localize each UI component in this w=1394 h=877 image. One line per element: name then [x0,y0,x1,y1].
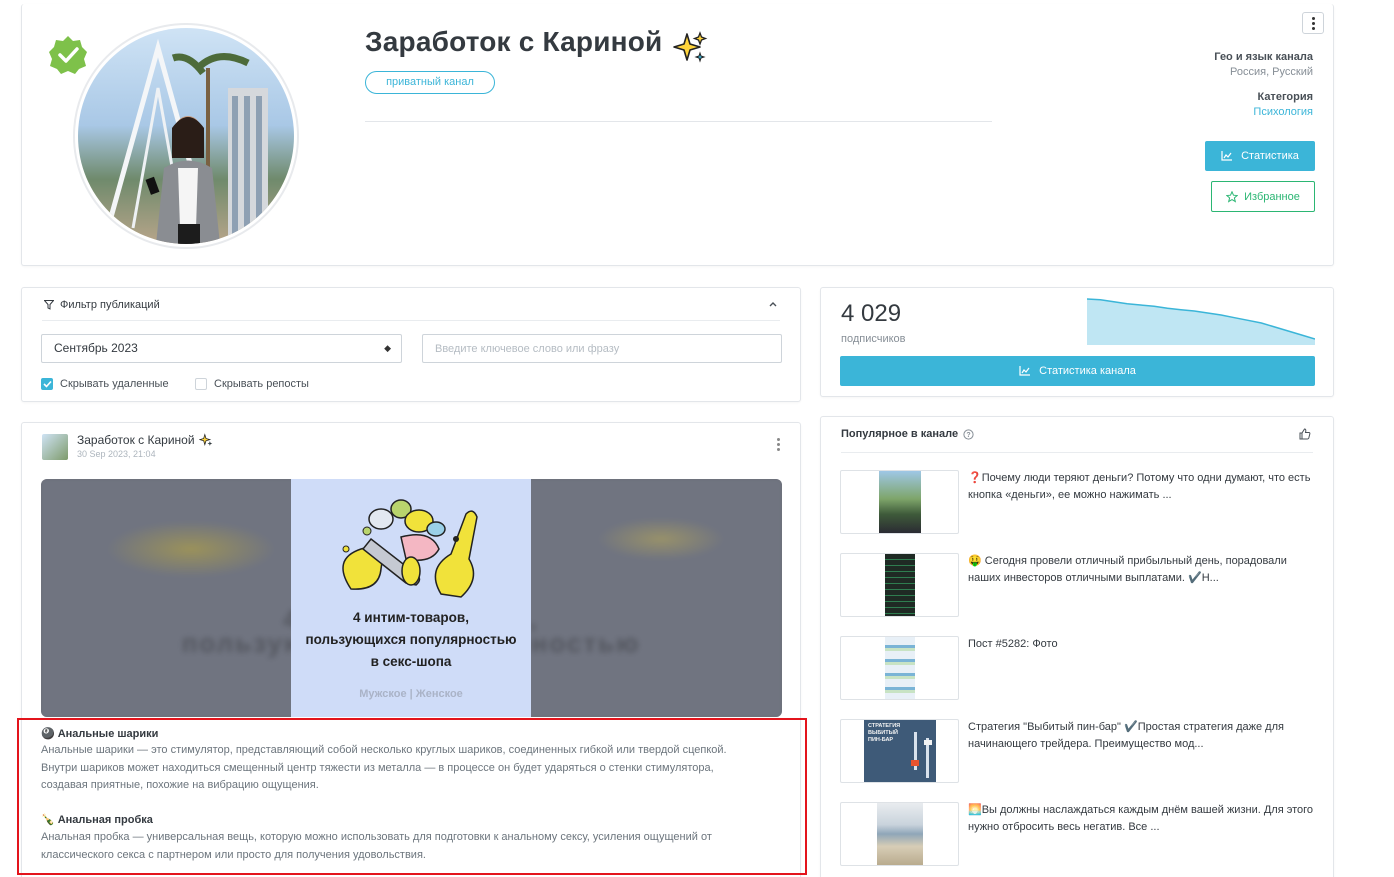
filter-header[interactable]: Фильтр публикаций [44,299,160,311]
section-title-plug-text: Анальная пробка [57,813,153,826]
geo-language-label: Гео и язык канала [1214,51,1313,63]
avatar-photo [105,38,268,244]
statistics-button-label: Статистика [1241,150,1299,162]
statistics-button[interactable]: Статистика [1205,141,1315,171]
post-card: Заработок с Кариной 30 Sep 2023, 21:04 4… [17,422,807,877]
section-text-balls: Анальные шарики — это стимулятор, предст… [41,744,727,791]
subscribers-count: 4 029 [841,300,902,327]
popular-header: Популярное в канале ? [841,428,974,440]
popular-item-text: 🌅Вы должны наслаждаться каждым днём ваше… [968,804,1314,833]
popular-item[interactable]: 🤑 Сегодня провели отличный прибыльный де… [840,553,1315,617]
title-divider [365,121,992,122]
dot-icon [1311,16,1315,20]
image-watermark: Мужское | Женское [359,688,463,700]
popular-item[interactable]: ❓Почему люди теряют деньги? Потому что о… [840,470,1315,534]
post-image[interactable]: 4 интим-товаров, пользующихся популярнос… [41,479,782,717]
star-icon [1226,190,1239,203]
hide-reposts-label: Скрывать репосты [214,378,309,390]
chevron-up-icon[interactable] [768,300,778,308]
subscribers-sparkline [1087,298,1315,345]
favorite-button-label: Избранное [1244,190,1300,203]
popular-item[interactable]: СТРАТЕГИЯ ВЫБИТЫЙ ПИН-БАР Стратегия "Выб… [840,719,1315,783]
channel-menu-button[interactable] [1302,12,1324,34]
popular-posts-card: Популярное в канале ? ❓Почему люди теряю… [820,416,1334,877]
popular-item-text: Пост #5282: Фото [968,638,1058,650]
channel-statistics-button[interactable]: Статистика канала [840,356,1315,386]
popular-item[interactable]: Пост #5282: Фото [840,636,1315,700]
toys-illustration [342,499,478,598]
month-select[interactable]: Сентябрь 2023 ◆ [41,334,402,363]
hide-reposts-checkbox[interactable]: Скрывать репосты [195,378,309,390]
filter-title: Фильтр публикаций [60,299,160,311]
popular-item-text: 🤑 Сегодня провели отличный прибыльный де… [968,555,1287,584]
category-label: Категория [1257,91,1313,103]
channel-title: Заработок с Кариной [365,26,663,57]
post-author[interactable]: Заработок с Кариной [77,433,213,447]
dot-icon [1311,21,1315,25]
popular-item-thumbnail [840,802,959,866]
section-text-plug: Анальная пробка — универсальная вещь, ко… [41,831,712,861]
popular-item-thumbnail [840,636,959,700]
info-icon[interactable]: ? [963,428,974,440]
post-menu-button[interactable] [777,438,780,451]
bottle-icon: 🍾 [41,814,55,826]
popular-title: Популярное в канале [841,428,959,440]
favorite-button[interactable]: Избранное [1211,181,1315,212]
popular-item[interactable]: 🌅Вы должны наслаждаться каждым днём ваше… [840,802,1315,866]
month-select-value: Сентябрь 2023 [54,341,138,355]
subscribers-label: подписчиков [841,333,906,345]
post-image-caption: 4 интим-товаров, пользующихся популярнос… [305,610,517,669]
popular-item-text: ❓Почему люди теряют деньги? Потому что о… [968,472,1311,501]
post-author-name: Заработок с Кариной [77,433,195,447]
hide-deleted-checkbox[interactable]: Скрывать удаленные [41,378,169,390]
popular-divider [841,452,1313,453]
sparkles-icon [673,31,708,63]
sparkles-icon [198,433,212,447]
post-date: 30 Sep 2023, 21:04 [77,449,156,459]
geo-language-value: Россия, Русский [1230,66,1313,78]
select-caret-icon: ◆ [384,343,391,353]
popular-item-thumbnail: СТРАТЕГИЯ ВЫБИТЫЙ ПИН-БАР [840,719,959,783]
dot-icon [777,438,780,441]
popular-item-text: Стратегия "Выбитый пин-бар" ✔️Простая ст… [968,721,1284,750]
keyword-search-input[interactable] [422,334,782,363]
section-title-balls-text: Анальные шарики [57,727,159,740]
publication-filter-card: Фильтр публикаций Сентябрь 2023 ◆ Скрыва… [21,287,801,402]
line-chart-icon [1221,151,1233,161]
line-chart-icon [1019,366,1031,376]
channel-avatar [73,23,299,249]
verified-badge-icon [49,36,87,74]
dot-icon [777,448,780,451]
category-link[interactable]: Психология [1253,106,1313,118]
hide-deleted-label: Скрывать удаленные [60,378,169,390]
post-author-avatar[interactable] [42,434,68,460]
popular-item-thumbnail [840,553,959,617]
filter-divider [42,320,780,321]
popular-item-thumbnail [840,470,959,534]
sparkline-area [1087,299,1315,345]
pool-ball-icon: 🎱 [41,728,55,740]
svg-text:?: ? [966,432,970,439]
section-title-balls: 🎱 Анальные шарики [41,727,159,741]
filter-icon [44,300,54,310]
dot-icon [777,443,780,446]
dot-icon [1311,26,1315,30]
section-title-plug: 🍾 Анальная пробка [41,813,153,827]
subscribers-stats-card: 4 029 подписчиков Статистика канала [820,287,1334,397]
post-image-main: 4 интим-товаров, пользующихся популярнос… [291,479,531,717]
checkbox-checked-icon [41,378,53,390]
channel-statistics-label: Статистика канала [1039,365,1136,377]
private-channel-badge: приватный канал [365,71,495,94]
checkbox-empty-icon [195,378,207,390]
thumbs-up-icon[interactable] [1299,428,1311,440]
channel-header-card: Заработок с Кариной приватный канал Гео … [21,4,1334,266]
